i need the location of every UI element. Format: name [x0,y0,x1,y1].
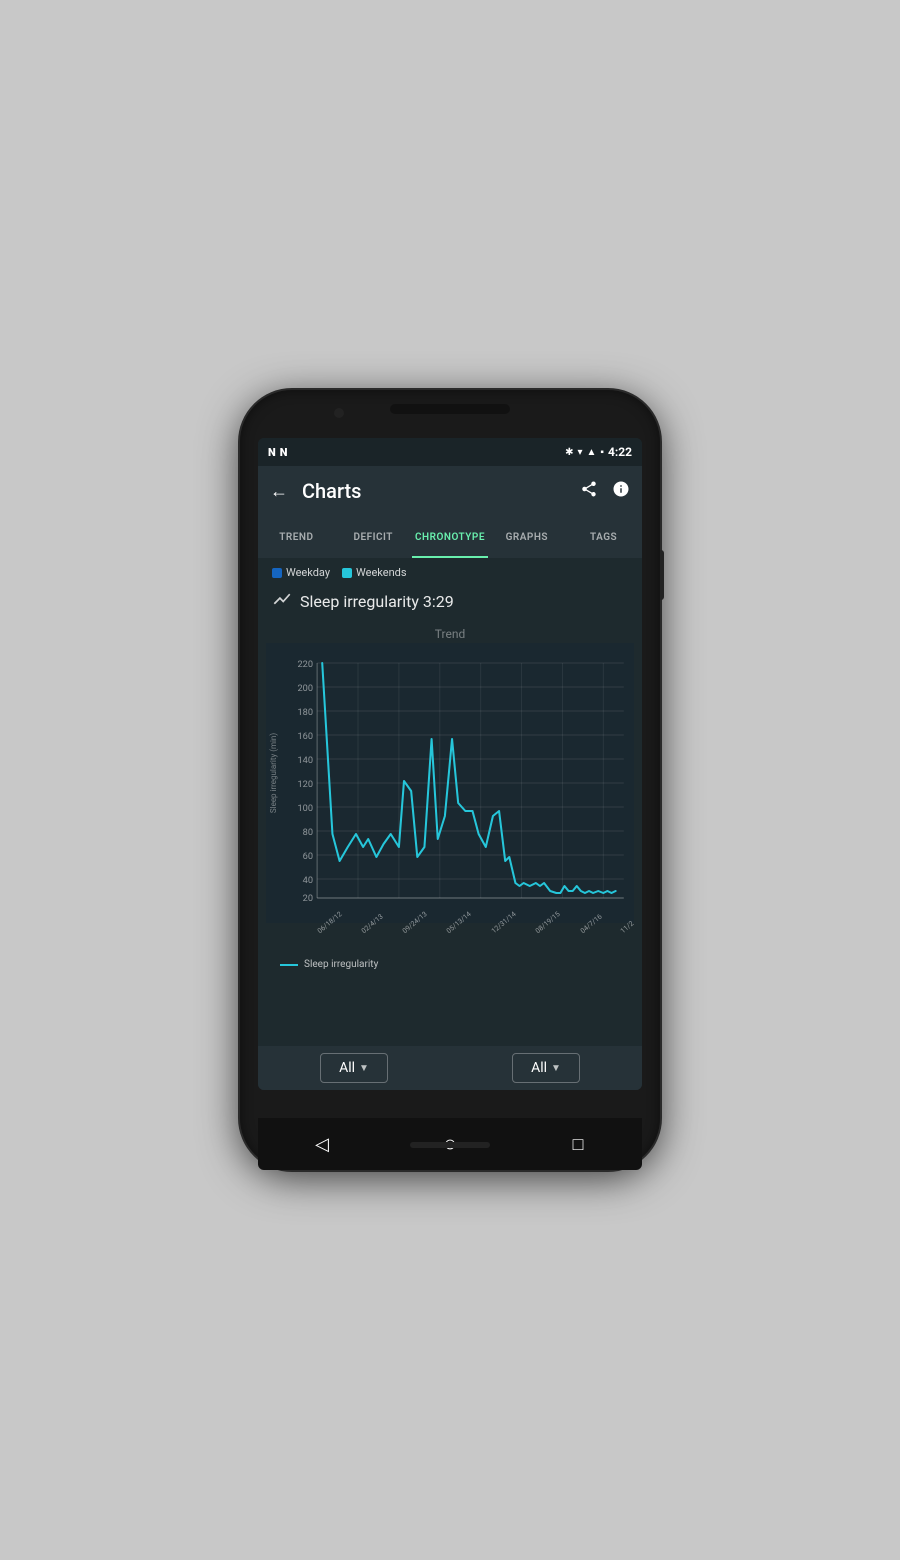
chart-title: Trend [266,627,634,641]
legend-weekends: Weekends [342,566,407,579]
status-icons-right: ✱ ▾ ▲ ▪ 4:22 [565,445,632,459]
bluetooth-icon: ✱ [565,447,573,458]
svg-text:20: 20 [303,894,313,904]
wifi-icon: ▾ [577,447,582,458]
svg-text:200: 200 [298,684,314,694]
svg-text:100: 100 [298,804,314,814]
nav-recent-button[interactable]: □ [562,1128,594,1160]
svg-text:80: 80 [303,828,313,838]
weekday-dot [272,568,282,578]
notification-icon-1: N [268,446,276,459]
info-button[interactable] [612,480,630,502]
chart-legend-bottom: Sleep irregularity [266,955,634,974]
share-button[interactable] [580,480,598,502]
phone-device: N N ✱ ▾ ▲ ▪ 4:22 ← Charts [240,390,660,1170]
svg-text:220: 220 [298,660,314,670]
tab-deficit[interactable]: DEFICIT [335,516,412,558]
signal-icon: ▲ [587,447,597,458]
page-title: Charts [302,479,580,503]
tab-trend[interactable]: TREND [258,516,335,558]
sleep-irregularity-value: Sleep irregularity 3:29 [300,592,454,611]
phone-speaker [410,1142,490,1148]
svg-text:140: 140 [298,756,314,766]
svg-text:Sleep irregularity (min): Sleep irregularity (min) [269,733,278,813]
notification-icon-2: N [280,446,288,459]
tab-chronotype[interactable]: CHRONOTYPE [412,516,489,558]
trend-chart: 220 200 180 160 140 120 100 80 60 40 20 … [266,643,634,923]
svg-text:180: 180 [298,708,314,718]
tabs-bar: TREND DEFICIT CHRONOTYPE GRAPHS TAGS [258,516,642,558]
nav-back-button[interactable]: ◁ [306,1128,338,1160]
sleep-irregularity-header: Sleep irregularity 3:29 [258,583,642,623]
legend-weekday: Weekday [272,566,330,579]
toolbar-actions [580,480,630,502]
chart-content: Weekday Weekends Sleep irregularity 3:29… [258,558,642,1090]
chart-area: Trend [258,623,642,1046]
filter-button-1[interactable]: All ▼ [320,1053,388,1083]
filter-button-2[interactable]: All ▼ [512,1053,580,1083]
filter-arrow-2: ▼ [551,1063,561,1074]
svg-text:40: 40 [303,876,313,886]
status-bar: N N ✱ ▾ ▲ ▪ 4:22 [258,438,642,466]
toolbar: ← Charts [258,466,642,516]
battery-icon: ▪ [600,447,604,458]
volume-button [660,550,664,600]
back-button[interactable]: ← [270,481,288,502]
weekends-dot [342,568,352,578]
chart-container[interactable]: 220 200 180 160 140 120 100 80 60 40 20 … [266,643,634,927]
bottom-filters: All ▼ All ▼ [258,1046,642,1090]
status-time: 4:22 [608,445,632,459]
tab-graphs[interactable]: GRAPHS [488,516,565,558]
status-icons-left: N N [268,446,287,459]
tab-tags[interactable]: TAGS [565,516,642,558]
svg-text:60: 60 [303,852,313,862]
phone-screen: N N ✱ ▾ ▲ ▪ 4:22 ← Charts [258,438,642,1090]
irregularity-icon [272,589,292,613]
svg-text:120: 120 [298,780,314,790]
svg-text:160: 160 [298,732,314,742]
filter-arrow-1: ▼ [359,1063,369,1074]
chart-legend: Weekday Weekends [258,558,642,583]
legend-line-label: Sleep irregularity [304,959,378,970]
legend-line-indicator [280,964,298,966]
